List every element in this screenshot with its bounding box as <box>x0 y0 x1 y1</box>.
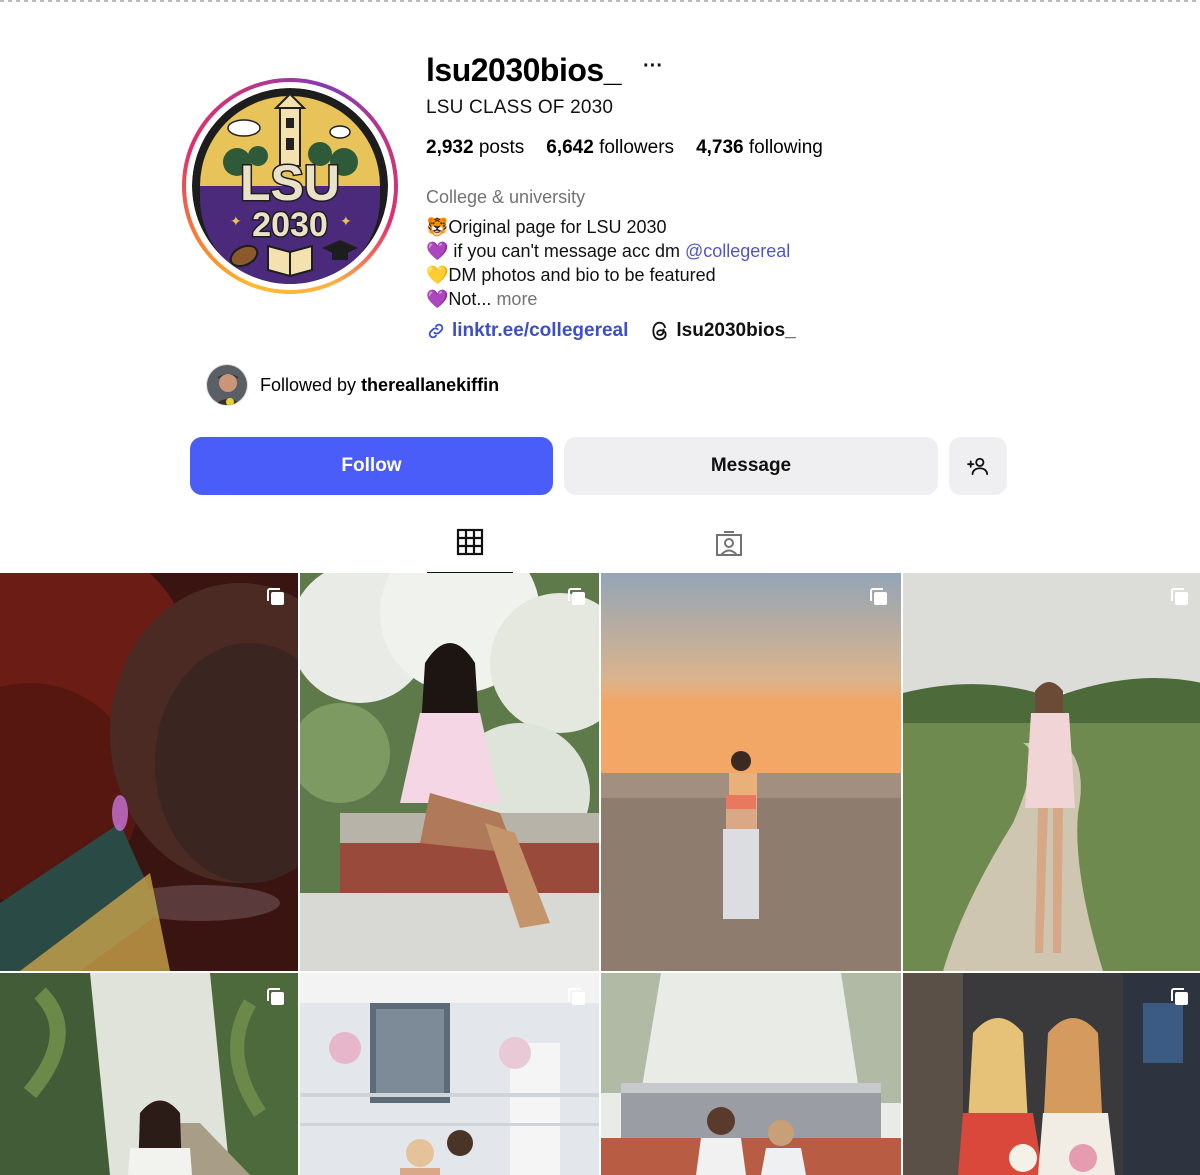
followed-by-user: thereallanekiffin <box>361 374 500 395</box>
multiple-photos-icon <box>1171 588 1188 605</box>
post-image <box>300 573 599 971</box>
multiple-photos-icon <box>568 588 585 605</box>
threads-icon <box>652 321 667 341</box>
followed-by-text: Followed by thereallanekiffin <box>260 374 500 395</box>
profile-username: lsu2030bios_ <box>426 52 622 88</box>
profile-links: linktr.ee/collegereal lsu2030bios_ <box>426 320 796 342</box>
post-image <box>903 573 1200 971</box>
followed-by[interactable]: Followed by thereallanekiffin <box>206 364 499 406</box>
post-image <box>0 573 298 971</box>
bio-line: 💜Not... more <box>426 289 538 309</box>
multiple-photos-icon <box>568 988 585 1005</box>
suggest-users-button[interactable] <box>949 437 1007 495</box>
svg-text:✦: ✦ <box>230 213 242 229</box>
post-thumbnail[interactable] <box>903 973 1200 1175</box>
posts-stat: 2,932 posts <box>426 137 525 158</box>
logo-year-text: 2030 <box>252 206 328 244</box>
profile-avatar: LSU 2030 ✦ ✦ <box>192 88 388 284</box>
followers-stat[interactable]: 6,642 followers <box>546 137 674 159</box>
link-icon <box>428 323 444 339</box>
post-thumbnail[interactable] <box>300 573 599 971</box>
top-dashed-border <box>0 0 1200 2</box>
following-stat[interactable]: 4,736 following <box>696 137 823 159</box>
logo-lsu-text: LSU <box>240 155 340 211</box>
lsu-2030-logo: LSU 2030 ✦ ✦ <box>192 88 388 284</box>
tagged-person-icon <box>716 531 742 556</box>
person-plus-icon <box>967 457 988 476</box>
post-image <box>601 973 901 1175</box>
grid-icon <box>456 528 484 556</box>
post-image <box>601 573 901 971</box>
follow-button[interactable]: Follow <box>190 437 553 495</box>
profile-avatar-story-ring[interactable]: LSU 2030 ✦ ✦ <box>182 78 398 294</box>
svg-text:✦: ✦ <box>340 213 352 229</box>
bio-line: 🐯Original page for LSU 2030 <box>426 217 667 237</box>
post-thumbnail[interactable] <box>601 973 901 1175</box>
multiple-photos-icon <box>1171 988 1188 1005</box>
threads-handle-text: lsu2030bios_ <box>676 320 796 341</box>
post-thumbnail[interactable] <box>903 573 1200 971</box>
bio-line: 💜 if you can't message acc dm @collegere… <box>426 241 791 261</box>
profile-bio: 🐯Original page for LSU 2030 💜 if you can… <box>426 215 790 311</box>
post-thumbnail[interactable] <box>300 973 599 1175</box>
post-image <box>903 973 1200 1175</box>
username-row: lsu2030bios_ ··· <box>426 52 663 89</box>
post-thumbnail[interactable] <box>0 973 298 1175</box>
more-options-icon[interactable]: ··· <box>643 55 663 78</box>
profile-stats: 2,932 posts 6,642 followers 4,736 follow… <box>426 137 823 159</box>
multiple-photos-icon <box>870 588 887 605</box>
profile-full-name: LSU CLASS OF 2030 <box>426 97 614 118</box>
post-image <box>300 973 599 1175</box>
posts-grid <box>0 573 1200 1175</box>
message-button[interactable]: Message <box>564 437 938 495</box>
post-image <box>0 973 298 1175</box>
tab-posts[interactable] <box>427 522 513 574</box>
post-thumbnail[interactable] <box>601 573 901 971</box>
multiple-photos-icon <box>267 588 284 605</box>
multiple-photos-icon <box>267 988 284 1005</box>
tab-tagged[interactable] <box>686 522 772 574</box>
external-link[interactable]: linktr.ee/collegereal <box>426 320 628 342</box>
bio-more-link[interactable]: more <box>496 289 537 309</box>
bio-line: 💛DM photos and bio to be featured <box>426 265 716 285</box>
follower-avatar <box>206 364 248 406</box>
threads-link[interactable]: lsu2030bios_ <box>650 320 796 342</box>
profile-category: College & university <box>426 187 586 207</box>
post-thumbnail[interactable] <box>0 573 298 971</box>
external-link-text: linktr.ee/collegereal <box>452 320 629 341</box>
bio-mention-link[interactable]: @collegereal <box>685 241 790 261</box>
